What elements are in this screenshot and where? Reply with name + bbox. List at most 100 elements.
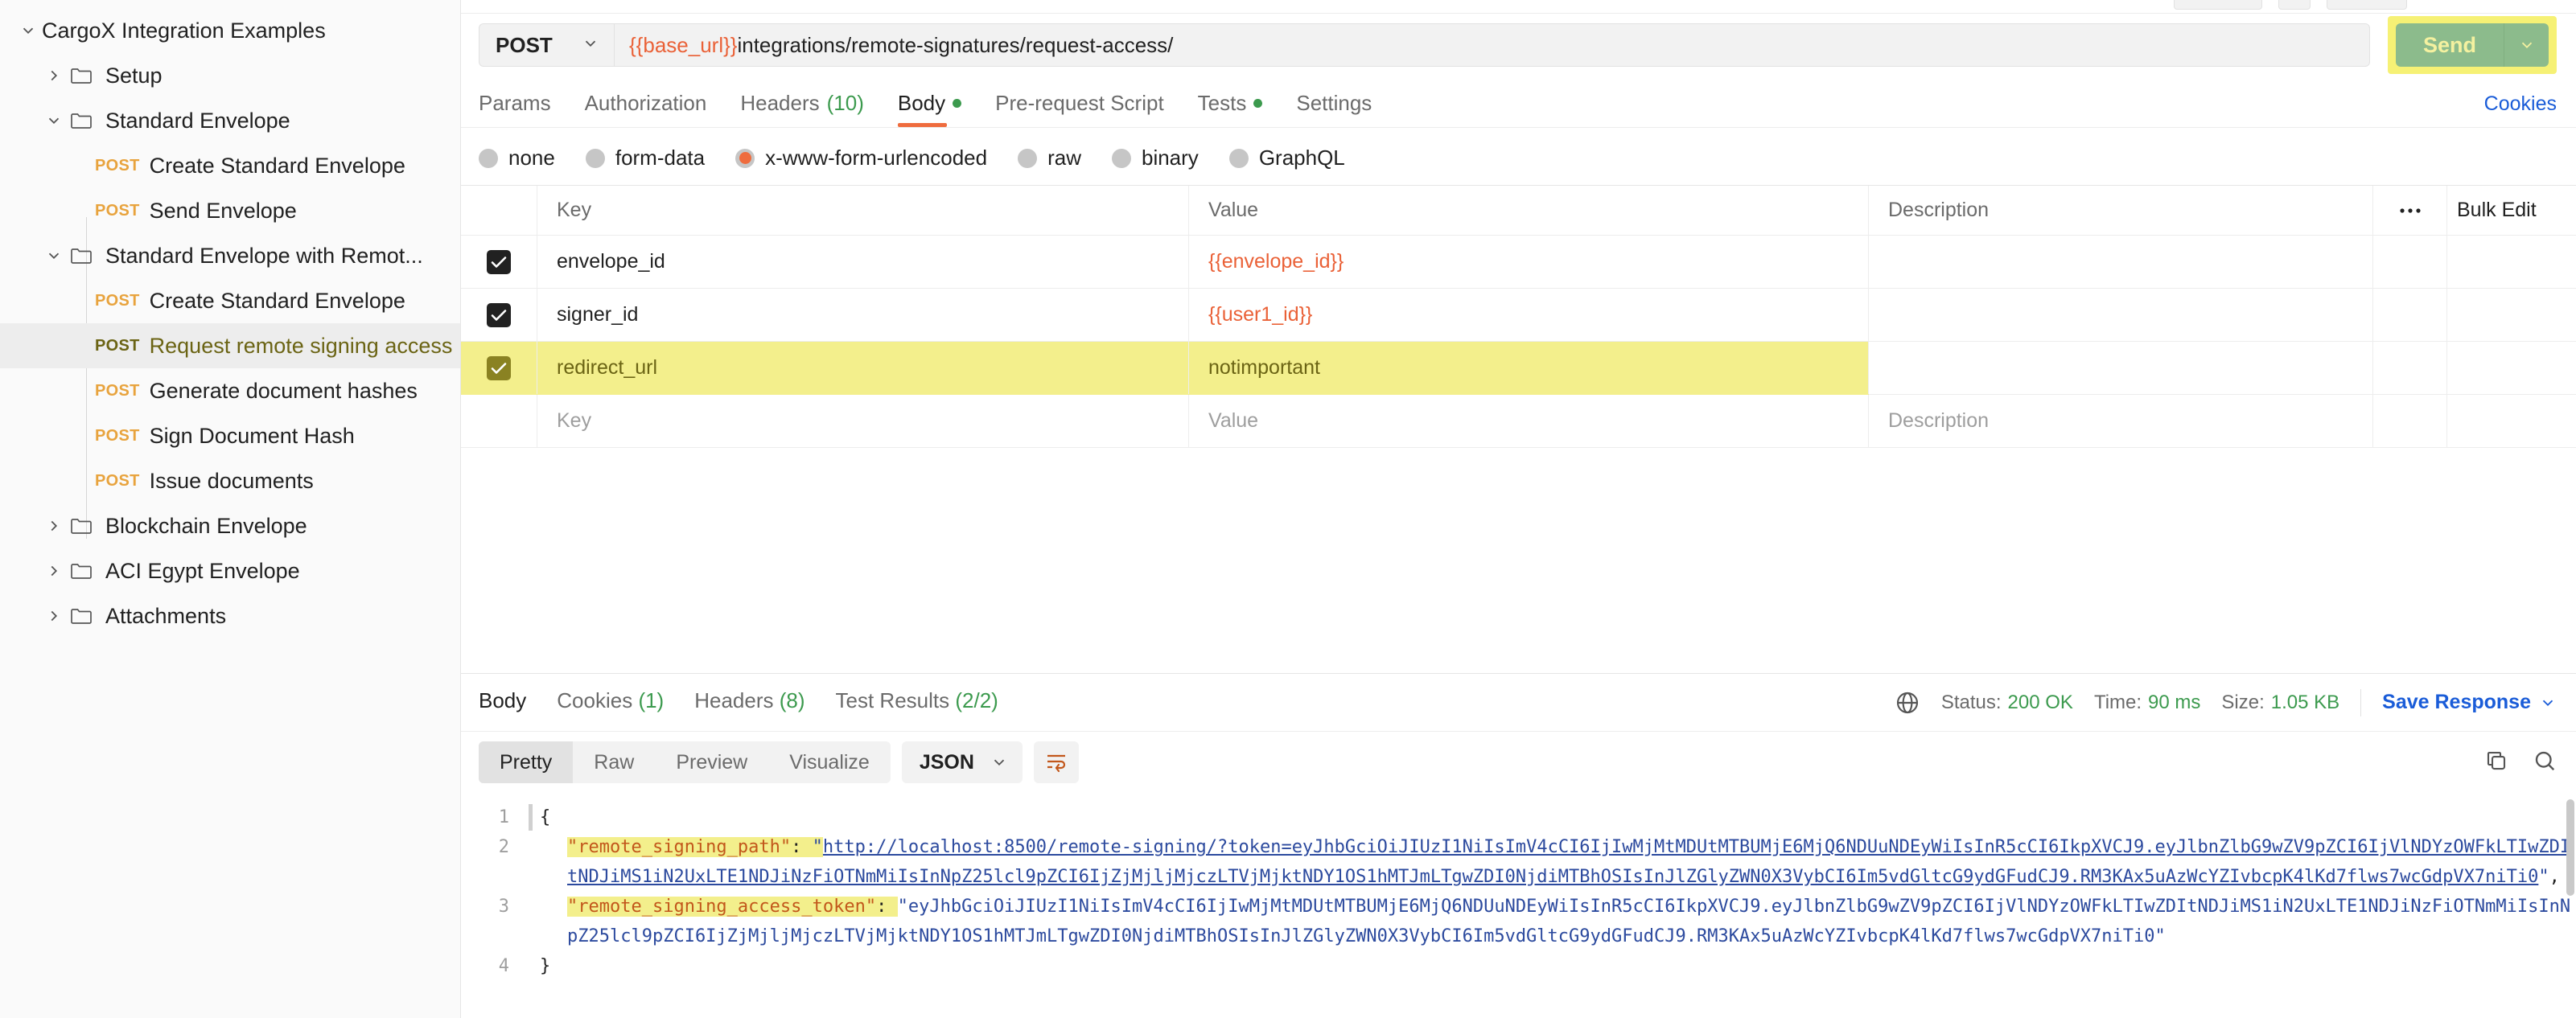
row-key-input[interactable]: envelope_id bbox=[537, 236, 1189, 288]
send-button[interactable]: Send bbox=[2395, 23, 2549, 67]
chevron-down-icon bbox=[994, 759, 1005, 766]
sidebar-request-issue-documents[interactable]: POST Issue documents bbox=[0, 458, 460, 503]
table-row[interactable]: envelope_id {{envelope_id}} bbox=[461, 236, 2576, 289]
sidebar-request-sign-document-hash[interactable]: POST Sign Document Hash bbox=[0, 413, 460, 458]
sidebar-request-create-standard-envelope[interactable]: POST Create Standard Envelope bbox=[0, 278, 460, 323]
row-description-input[interactable] bbox=[1869, 342, 2373, 394]
checkbox-icon[interactable] bbox=[487, 355, 511, 380]
row-value-input[interactable]: notimportant bbox=[1189, 342, 1869, 394]
folder-icon bbox=[68, 64, 95, 88]
row-bulk-cell bbox=[2447, 289, 2576, 341]
folder-icon bbox=[68, 604, 95, 628]
row-key-input[interactable]: signer_id bbox=[537, 289, 1189, 341]
chevron-right-icon[interactable] bbox=[40, 512, 68, 540]
view-mode-raw[interactable]: Raw bbox=[573, 741, 655, 783]
body-type-none[interactable]: none bbox=[479, 146, 555, 170]
request-method-badge: POST bbox=[95, 291, 140, 310]
json-content: {"remote_signing_path": "http://localhos… bbox=[522, 793, 2576, 1018]
checkbox-icon[interactable] bbox=[487, 249, 511, 274]
request-tab-headers[interactable]: Headers (10) bbox=[740, 91, 864, 127]
sidebar-item-label: Generate document hashes bbox=[149, 378, 418, 403]
sidebar-folder-aci-egypt-envelope[interactable]: ACI Egypt Envelope bbox=[0, 548, 460, 593]
body-type-x-www-form-urlencoded[interactable]: x-www-form-urlencoded bbox=[735, 146, 987, 170]
cookies-link[interactable]: Cookies bbox=[2484, 92, 2557, 127]
request-tab-authorization[interactable]: Authorization bbox=[585, 91, 707, 127]
table-row[interactable]: signer_id {{user1_id}} bbox=[461, 289, 2576, 342]
tab-stub-3 bbox=[2327, 0, 2407, 10]
sidebar-request-send-envelope[interactable]: POST Send Envelope bbox=[0, 188, 460, 233]
checkbox-icon[interactable] bbox=[487, 302, 511, 327]
wrap-lines-button[interactable] bbox=[1033, 741, 1079, 783]
radio-icon[interactable] bbox=[585, 148, 605, 168]
sidebar-request-generate-document-hashes[interactable]: POST Generate document hashes bbox=[0, 368, 460, 413]
chevron-right-icon[interactable] bbox=[40, 557, 68, 585]
chevron-down-icon[interactable] bbox=[40, 107, 68, 134]
table-row[interactable]: redirect_url notimportant bbox=[461, 342, 2576, 395]
placeholder-description-input[interactable]: Description bbox=[1869, 395, 2373, 447]
row-value-input[interactable]: {{user1_id}} bbox=[1189, 289, 1869, 341]
response-format-select[interactable]: JSON bbox=[901, 741, 1023, 783]
radio-icon[interactable] bbox=[1018, 148, 1038, 168]
body-type-form-data[interactable]: form-data bbox=[585, 146, 705, 170]
sidebar-folder-setup[interactable]: Setup bbox=[0, 53, 460, 98]
chevron-right-icon[interactable] bbox=[40, 602, 68, 630]
sidebar-request-create-standard-envelope[interactable]: POST Create Standard Envelope bbox=[0, 143, 460, 188]
code-token: " bbox=[812, 837, 823, 857]
row-description-input[interactable] bbox=[1869, 236, 2373, 288]
sidebar-folder-blockchain-envelope[interactable]: Blockchain Envelope bbox=[0, 503, 460, 548]
chevron-down-icon[interactable] bbox=[14, 17, 42, 44]
folder-icon bbox=[68, 244, 95, 268]
row-value-input[interactable]: {{envelope_id}} bbox=[1189, 236, 1869, 288]
request-tab-params[interactable]: Params bbox=[479, 91, 551, 127]
bulk-edit-button[interactable]: Bulk Edit bbox=[2447, 186, 2576, 235]
sidebar-root[interactable]: CargoX Integration Examples bbox=[0, 8, 460, 53]
http-method-label: POST bbox=[496, 32, 553, 57]
radio-icon[interactable] bbox=[1111, 148, 1131, 168]
response-tab-headers[interactable]: Headers (8) bbox=[694, 688, 804, 716]
copy-icon[interactable] bbox=[2484, 749, 2508, 777]
table-placeholder-row[interactable]: Key Value Description bbox=[461, 395, 2576, 448]
search-icon[interactable] bbox=[2533, 749, 2557, 777]
placeholder-value-input[interactable]: Value bbox=[1189, 395, 1869, 447]
body-type-graphql[interactable]: GraphQL bbox=[1228, 146, 1345, 170]
sidebar-item-label: Sign Document Hash bbox=[149, 423, 355, 448]
sidebar-item-label: Create Standard Envelope bbox=[149, 288, 405, 313]
response-tab-test-results[interactable]: Test Results (2/2) bbox=[836, 688, 998, 716]
request-method-badge: POST bbox=[95, 201, 140, 220]
code-scrollbar[interactable] bbox=[2566, 799, 2574, 896]
placeholder-key-input[interactable]: Key bbox=[537, 395, 1189, 447]
row-description-input[interactable] bbox=[1869, 289, 2373, 341]
view-mode-preview[interactable]: Preview bbox=[655, 741, 768, 783]
radio-icon[interactable] bbox=[479, 148, 498, 168]
status-value: 200 OK bbox=[2007, 691, 2073, 713]
radio-icon[interactable] bbox=[1228, 148, 1249, 168]
body-type-binary[interactable]: binary bbox=[1111, 146, 1199, 170]
sidebar-item-label: Blockchain Envelope bbox=[105, 513, 307, 538]
chevron-right-icon[interactable] bbox=[40, 62, 68, 89]
url-input[interactable]: {{base_url}} integrations/remote-signatur… bbox=[614, 23, 2370, 67]
response-body-code[interactable]: 1 2 3 4 {"remote_signing_path": "http://loc… bbox=[461, 793, 2576, 1018]
table-body: envelope_id {{envelope_id}} signer_id {{use… bbox=[461, 236, 2576, 395]
row-key-input[interactable]: redirect_url bbox=[537, 342, 1189, 394]
sidebar-folder-attachments[interactable]: Attachments bbox=[0, 593, 460, 638]
http-method-select[interactable]: POST bbox=[479, 23, 614, 67]
sidebar-folder-standard-envelope-with-remot[interactable]: Standard Envelope with Remot... bbox=[0, 233, 460, 278]
view-mode-pretty[interactable]: Pretty bbox=[479, 741, 574, 783]
save-response-button[interactable]: Save Response bbox=[2382, 691, 2557, 714]
request-tab-pre-request-script[interactable]: Pre-request Script bbox=[995, 91, 1164, 127]
chevron-down-icon[interactable] bbox=[40, 242, 68, 269]
row-bulk-cell bbox=[2447, 236, 2576, 288]
view-mode-visualize[interactable]: Visualize bbox=[768, 741, 891, 783]
response-tab-cookies[interactable]: Cookies (1) bbox=[557, 688, 664, 716]
response-tab-body[interactable]: Body bbox=[479, 688, 526, 716]
sidebar-folder-standard-envelope[interactable]: Standard Envelope bbox=[0, 98, 460, 143]
body-type-raw[interactable]: raw bbox=[1018, 146, 1081, 170]
radio-icon[interactable] bbox=[735, 148, 755, 168]
more-options-icon[interactable] bbox=[2373, 186, 2447, 235]
sidebar-request-request-remote-signing-access[interactable]: POST Request remote signing access bbox=[0, 323, 460, 368]
code-token[interactable]: http://localhost:8500/remote-signing/?to… bbox=[567, 837, 2570, 887]
request-tab-settings[interactable]: Settings bbox=[1296, 91, 1372, 127]
request-tab-tests[interactable]: Tests bbox=[1198, 91, 1263, 127]
send-options-caret-icon[interactable] bbox=[2504, 23, 2549, 67]
request-tab-body[interactable]: Body bbox=[897, 91, 962, 127]
